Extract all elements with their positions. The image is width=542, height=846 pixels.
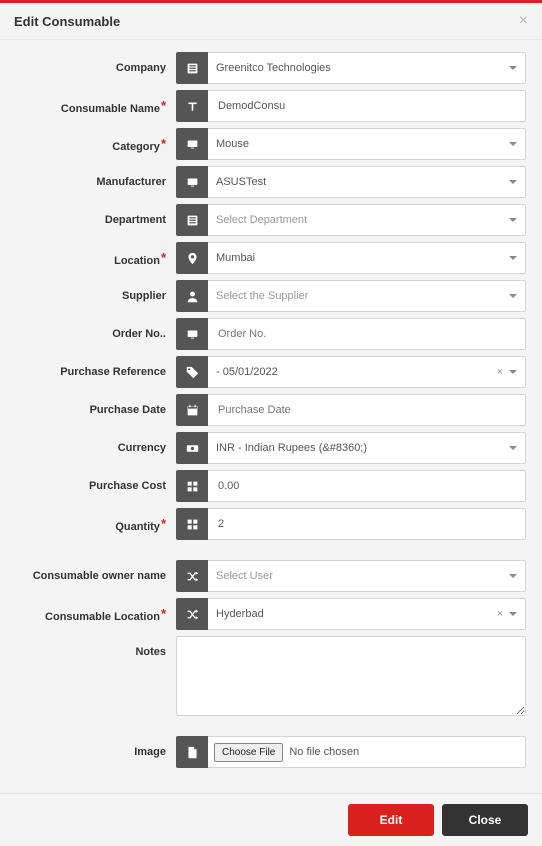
- row-department: Department Select Department: [6, 204, 526, 236]
- row-image: Image Choose File No file chosen: [6, 736, 526, 768]
- chevron-down-icon: [509, 66, 517, 70]
- list-icon: [176, 204, 208, 236]
- chevron-down-icon: [509, 142, 517, 146]
- file-status-text: No file chosen: [289, 746, 359, 758]
- row-consumable-name: Consumable Name*: [6, 90, 526, 122]
- clear-icon[interactable]: ×: [497, 366, 503, 378]
- purchase-reference-select[interactable]: - 05/01/2022×: [208, 356, 526, 388]
- category-select[interactable]: Mouse: [208, 128, 526, 160]
- edit-button[interactable]: Edit: [348, 804, 434, 836]
- label-purchase-date: Purchase Date: [6, 394, 176, 416]
- row-notes: Notes: [6, 636, 526, 716]
- label-notes: Notes: [6, 636, 176, 658]
- chevron-down-icon: [509, 256, 517, 260]
- currency-select[interactable]: INR - Indian Rupees (&#8360;): [208, 432, 526, 464]
- location-select[interactable]: Mumbai: [208, 242, 526, 274]
- choose-file-button[interactable]: Choose File: [214, 743, 283, 762]
- modal-footer: Edit Close: [0, 793, 542, 846]
- shuffle-icon: [176, 598, 208, 630]
- purchase-cost-input[interactable]: [208, 470, 526, 502]
- row-consumable-location: Consumable Location* Hyderbad×: [6, 598, 526, 630]
- clear-icon[interactable]: ×: [497, 608, 503, 620]
- monitor-icon: [176, 166, 208, 198]
- chevron-down-icon: [509, 218, 517, 222]
- row-purchase-reference: Purchase Reference - 05/01/2022×: [6, 356, 526, 388]
- modal-title: Edit Consumable: [14, 14, 120, 29]
- row-quantity: Quantity*: [6, 508, 526, 540]
- label-order-no: Order No..: [6, 318, 176, 340]
- row-purchase-date: Purchase Date: [6, 394, 526, 426]
- grid-icon: [176, 470, 208, 502]
- calendar-icon: [176, 394, 208, 426]
- row-category: Category* Mouse: [6, 128, 526, 160]
- label-image: Image: [6, 736, 176, 758]
- monitor-icon: [176, 128, 208, 160]
- label-location: Location*: [6, 242, 176, 267]
- label-company: Company: [6, 52, 176, 74]
- chevron-down-icon: [509, 574, 517, 578]
- row-purchase-cost: Purchase Cost: [6, 470, 526, 502]
- label-department: Department: [6, 204, 176, 226]
- row-location: Location* Mumbai: [6, 242, 526, 274]
- edit-consumable-modal: Edit Consumable × Company Greenitco Tech…: [0, 0, 542, 846]
- shuffle-icon: [176, 560, 208, 592]
- text-icon: [176, 90, 208, 122]
- owner-name-select[interactable]: Select User: [208, 560, 526, 592]
- money-icon: [176, 432, 208, 464]
- consumable-name-input[interactable]: [208, 90, 526, 122]
- row-supplier: Supplier Select the Supplier: [6, 280, 526, 312]
- chevron-down-icon: [509, 180, 517, 184]
- chevron-down-icon: [509, 294, 517, 298]
- order-no-input[interactable]: [208, 318, 526, 350]
- modal-body: Company Greenitco Technologies Consumabl…: [0, 40, 542, 780]
- label-consumable-name: Consumable Name*: [6, 90, 176, 115]
- label-manufacturer: Manufacturer: [6, 166, 176, 188]
- close-button[interactable]: Close: [442, 804, 528, 836]
- purchase-date-input[interactable]: [208, 394, 526, 426]
- row-manufacturer: Manufacturer ASUSTest: [6, 166, 526, 198]
- row-company: Company Greenitco Technologies: [6, 52, 526, 84]
- monitor-icon: [176, 318, 208, 350]
- file-icon: [176, 736, 208, 768]
- chevron-down-icon: [509, 370, 517, 374]
- label-quantity: Quantity*: [6, 508, 176, 533]
- user-icon: [176, 280, 208, 312]
- label-purchase-reference: Purchase Reference: [6, 356, 176, 378]
- quantity-input[interactable]: [208, 508, 526, 540]
- notes-textarea[interactable]: [176, 636, 526, 716]
- row-order-no: Order No..: [6, 318, 526, 350]
- label-category: Category*: [6, 128, 176, 153]
- supplier-select[interactable]: Select the Supplier: [208, 280, 526, 312]
- tag-icon: [176, 356, 208, 388]
- department-select[interactable]: Select Department: [208, 204, 526, 236]
- label-consumable-location: Consumable Location*: [6, 598, 176, 623]
- manufacturer-select[interactable]: ASUSTest: [208, 166, 526, 198]
- chevron-down-icon: [509, 612, 517, 616]
- label-supplier: Supplier: [6, 280, 176, 302]
- row-currency: Currency INR - Indian Rupees (&#8360;): [6, 432, 526, 464]
- grid-icon: [176, 508, 208, 540]
- image-file-input[interactable]: Choose File No file chosen: [208, 736, 526, 768]
- label-currency: Currency: [6, 432, 176, 454]
- list-icon: [176, 52, 208, 84]
- row-owner-name: Consumable owner name Select User: [6, 560, 526, 592]
- label-purchase-cost: Purchase Cost: [6, 470, 176, 492]
- close-icon[interactable]: ×: [519, 13, 528, 29]
- company-select[interactable]: Greenitco Technologies: [208, 52, 526, 84]
- chevron-down-icon: [509, 446, 517, 450]
- label-owner-name: Consumable owner name: [6, 560, 176, 582]
- modal-header: Edit Consumable ×: [0, 3, 542, 40]
- map-pin-icon: [176, 242, 208, 274]
- consumable-location-select[interactable]: Hyderbad×: [208, 598, 526, 630]
